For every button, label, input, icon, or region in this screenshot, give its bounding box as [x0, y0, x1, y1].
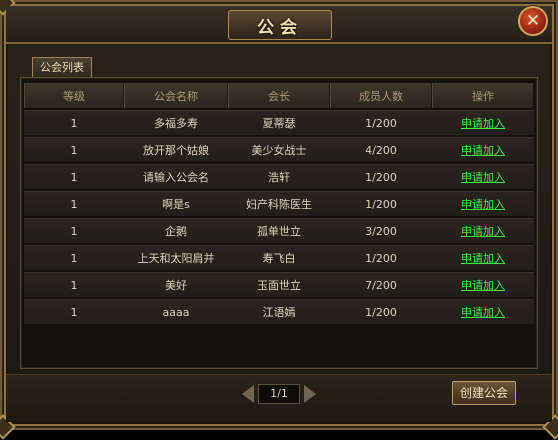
- cell-guild-name: 企鹅: [124, 218, 228, 243]
- close-button[interactable]: ✕: [518, 6, 548, 36]
- cell-guild-name: 美好: [124, 272, 228, 297]
- table-row: 1 啊是s 妇产科陈医生 1/200 申请加入: [24, 191, 534, 216]
- cell-level: 1: [24, 164, 124, 189]
- cell-leader: 妇产科陈医生: [228, 191, 330, 216]
- cell-members: 1/200: [330, 245, 432, 270]
- table-row: 1 企鹅 孤单世立 3/200 申请加入: [24, 218, 534, 243]
- arrow-left-icon[interactable]: [242, 385, 254, 403]
- guild-table: 等级 公会名称 会长 成员人数 操作 1 多福多寿 夏蒂瑟 1/200 申请加入…: [24, 81, 534, 326]
- apply-join-link[interactable]: 申请加入: [432, 137, 534, 162]
- title-plate: 公会: [228, 10, 332, 40]
- table-row: 1 多福多寿 夏蒂瑟 1/200 申请加入: [24, 110, 534, 135]
- cell-members: 1/200: [330, 299, 432, 324]
- header-action: 操作: [432, 83, 534, 108]
- cell-members: 1/200: [330, 164, 432, 189]
- apply-join-link[interactable]: 申请加入: [432, 218, 534, 243]
- cell-guild-name: 啊是s: [124, 191, 228, 216]
- cell-members: 7/200: [330, 272, 432, 297]
- cell-guild-name: 放开那个姑娘: [124, 137, 228, 162]
- cell-guild-name: 请输入公会名: [124, 164, 228, 189]
- apply-join-link[interactable]: 申请加入: [432, 299, 534, 324]
- header-guild-name: 公会名称: [124, 83, 228, 108]
- table-row: 1 美好 玉面世立 7/200 申请加入: [24, 272, 534, 297]
- cell-members: 1/200: [330, 110, 432, 135]
- cell-level: 1: [24, 191, 124, 216]
- apply-join-link[interactable]: 申请加入: [432, 110, 534, 135]
- window-title: 公会: [257, 17, 303, 38]
- cell-members: 4/200: [330, 137, 432, 162]
- table-row: 1 aaaa 江语嫣 1/200 申请加入: [24, 299, 534, 324]
- page-indicator: 1/1: [258, 384, 300, 404]
- arrow-right-icon[interactable]: [304, 385, 316, 403]
- apply-join-link[interactable]: 申请加入: [432, 191, 534, 216]
- cell-members: 1/200: [330, 191, 432, 216]
- header-leader: 会长: [228, 83, 330, 108]
- cell-guild-name: 多福多寿: [124, 110, 228, 135]
- close-icon: ✕: [525, 11, 541, 31]
- apply-join-link[interactable]: 申请加入: [432, 245, 534, 270]
- table-row: 1 请输入公会名 浩轩 1/200 申请加入: [24, 164, 534, 189]
- cell-leader: 夏蒂瑟: [228, 110, 330, 135]
- tab-guild-list[interactable]: 公会列表: [32, 57, 92, 77]
- cell-leader: 美少女战士: [228, 137, 330, 162]
- cell-level: 1: [24, 110, 124, 135]
- create-guild-button[interactable]: 创建公会: [452, 381, 516, 405]
- cell-level: 1: [24, 299, 124, 324]
- header-level: 等级: [24, 83, 124, 108]
- cell-level: 1: [24, 137, 124, 162]
- cell-leader: 江语嫣: [228, 299, 330, 324]
- cell-leader: 玉面世立: [228, 272, 330, 297]
- cell-leader: 孤单世立: [228, 218, 330, 243]
- header-members: 成员人数: [330, 83, 432, 108]
- apply-join-link[interactable]: 申请加入: [432, 164, 534, 189]
- cell-guild-name: aaaa: [124, 299, 228, 324]
- cell-level: 1: [24, 218, 124, 243]
- table-row: 1 上天和太阳肩并 寿飞白 1/200 申请加入: [24, 245, 534, 270]
- table-header: 等级 公会名称 会长 成员人数 操作: [24, 83, 534, 108]
- pagination: 1/1: [242, 383, 316, 405]
- cell-guild-name: 上天和太阳肩并: [124, 245, 228, 270]
- apply-join-link[interactable]: 申请加入: [432, 272, 534, 297]
- cell-members: 3/200: [330, 218, 432, 243]
- cell-level: 1: [24, 245, 124, 270]
- cell-leader: 寿飞白: [228, 245, 330, 270]
- table-row: 1 放开那个姑娘 美少女战士 4/200 申请加入: [24, 137, 534, 162]
- cell-level: 1: [24, 272, 124, 297]
- cell-leader: 浩轩: [228, 164, 330, 189]
